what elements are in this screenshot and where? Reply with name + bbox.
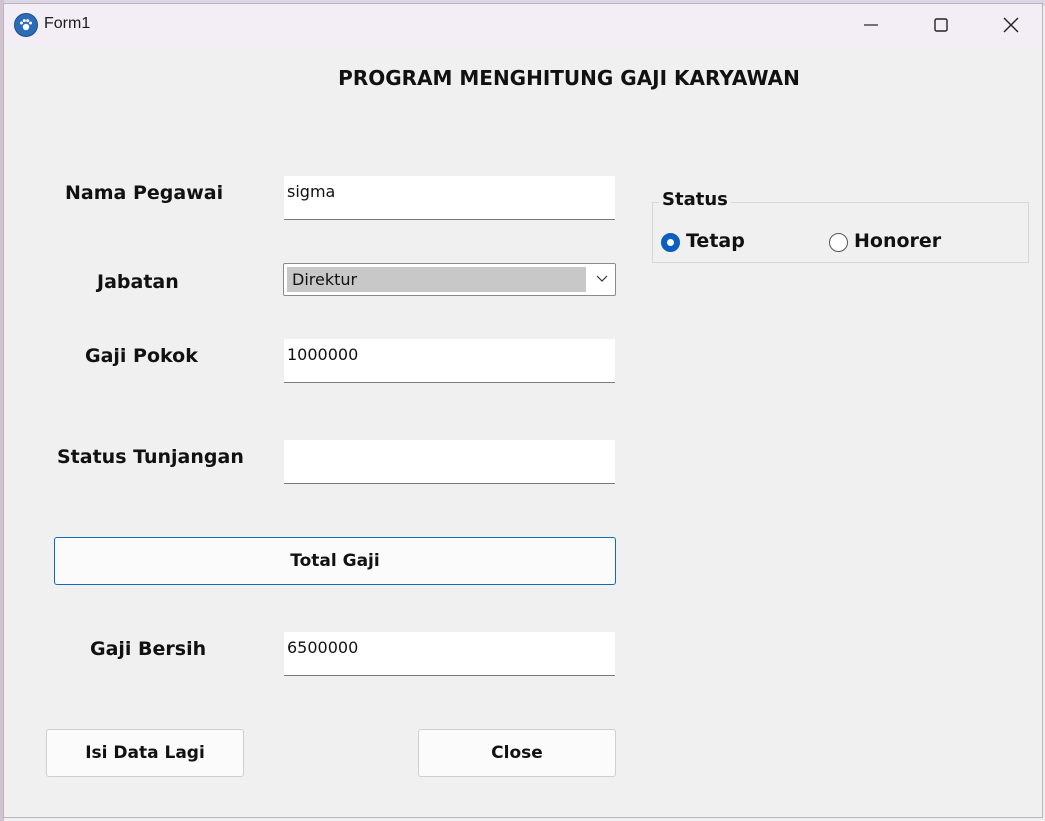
gaji-bersih-label: Gaji Bersih: [90, 638, 207, 660]
radio-honorer-label[interactable]: Honorer: [854, 230, 941, 252]
isi-data-lagi-button[interactable]: Isi Data Lagi: [46, 729, 244, 777]
radio-honorer[interactable]: [829, 233, 848, 252]
close-button[interactable]: Close: [418, 729, 616, 777]
radio-tetap[interactable]: [661, 233, 680, 252]
maximize-button[interactable]: [906, 4, 976, 46]
status-groupbox: Status Tetap Honorer: [652, 189, 1029, 263]
chevron-down-icon: [596, 275, 608, 282]
minimize-button[interactable]: [836, 4, 906, 46]
radio-tetap-label[interactable]: Tetap: [686, 230, 745, 252]
maximize-icon: [934, 18, 948, 32]
close-icon: [1003, 17, 1019, 33]
jabatan-dropdown[interactable]: Direktur: [283, 263, 616, 296]
gaji-bersih-input[interactable]: 6500000: [284, 632, 615, 676]
status-tunjangan-input[interactable]: [284, 440, 615, 484]
jabatan-label: Jabatan: [97, 271, 179, 293]
jabatan-selected-value: Direktur: [287, 267, 586, 292]
nama-pegawai-input[interactable]: sigma: [284, 176, 615, 220]
total-gaji-button[interactable]: Total Gaji: [54, 537, 616, 585]
window-title: Form1: [44, 15, 91, 32]
nama-pegawai-label: Nama Pegawai: [65, 182, 224, 204]
minimize-icon: [864, 24, 878, 26]
gaji-pokok-input[interactable]: 1000000: [284, 339, 615, 383]
title-bar[interactable]: Form1: [4, 4, 1042, 46]
form-window: Form1 PROGRAM MENGHITUNG GAJI KARYAWAN N…: [3, 3, 1043, 818]
window-close-button[interactable]: [976, 4, 1045, 46]
app-paw-icon: [14, 13, 38, 37]
gaji-pokok-label: Gaji Pokok: [85, 345, 198, 367]
status-tunjangan-label: Status Tunjangan: [57, 446, 244, 468]
status-group-title: Status: [659, 189, 731, 210]
radio-selected-dot: [667, 239, 674, 246]
form-heading: PROGRAM MENGHITUNG GAJI KARYAWAN: [338, 66, 800, 90]
